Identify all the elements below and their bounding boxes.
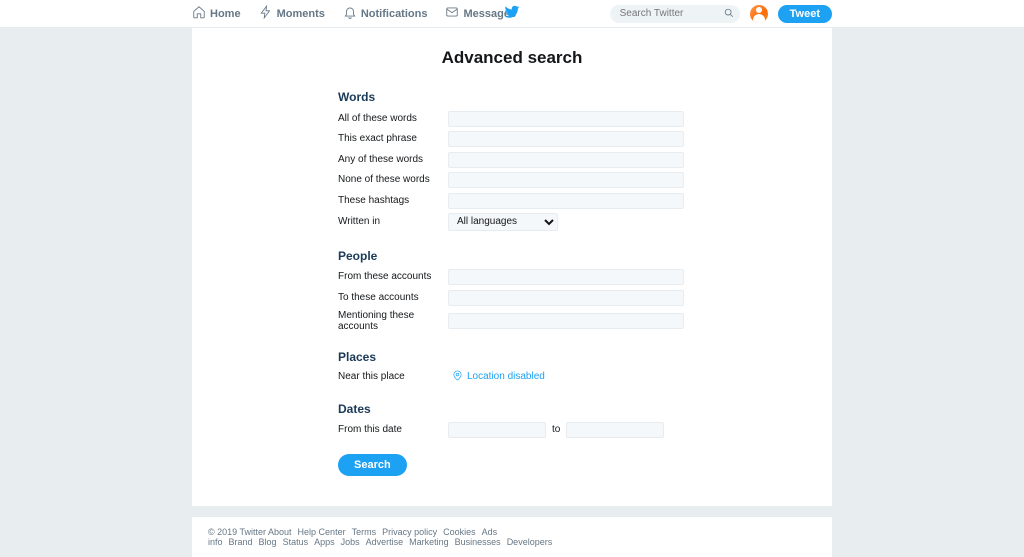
- footer-link[interactable]: Terms: [352, 527, 377, 537]
- input-any-words[interactable]: [448, 152, 684, 168]
- nav-moments[interactable]: Moments: [259, 5, 325, 22]
- footer-link[interactable]: Advertise: [366, 537, 404, 547]
- label-written-in: Written in: [338, 216, 448, 227]
- footer-link[interactable]: Marketing: [409, 537, 449, 547]
- twitter-logo[interactable]: [504, 4, 520, 23]
- input-date-to[interactable]: [566, 422, 664, 438]
- search-icon[interactable]: [724, 7, 734, 21]
- section-dates-title: Dates: [338, 396, 832, 420]
- lightning-icon: [259, 5, 273, 22]
- input-date-from[interactable]: [448, 422, 546, 438]
- label-from-accounts: From these accounts: [338, 271, 448, 282]
- row-all-words: All of these words: [338, 108, 832, 129]
- input-hashtags[interactable]: [448, 193, 684, 209]
- location-disabled-text: Location disabled: [467, 371, 545, 382]
- footer-link[interactable]: Businesses: [455, 537, 501, 547]
- label-near-place: Near this place: [338, 371, 448, 382]
- row-none-words: None of these words: [338, 170, 832, 191]
- input-all-words[interactable]: [448, 111, 684, 127]
- footer-link[interactable]: Blog: [259, 537, 277, 547]
- input-none-words[interactable]: [448, 172, 684, 188]
- section-places-title: Places: [338, 344, 832, 368]
- row-language: Written in All languages: [338, 211, 832, 233]
- input-mentioning[interactable]: [448, 313, 684, 329]
- nav-right-group: Tweet: [610, 5, 832, 23]
- nav-moments-label: Moments: [277, 8, 325, 20]
- footer-link[interactable]: Help Center: [298, 527, 346, 537]
- top-navigation-bar: Home Moments Notifications Messages: [0, 0, 1024, 28]
- search-input[interactable]: [610, 5, 740, 23]
- nav-notifications[interactable]: Notifications: [343, 5, 428, 22]
- nav-notifications-label: Notifications: [361, 8, 428, 20]
- row-exact-phrase: This exact phrase: [338, 129, 832, 150]
- section-people-title: People: [338, 243, 832, 267]
- nav-home-label: Home: [210, 8, 241, 20]
- envelope-icon: [445, 5, 459, 22]
- footer-copyright: © 2019 Twitter: [208, 527, 266, 537]
- date-separator: to: [552, 424, 560, 435]
- location-disabled-link[interactable]: Location disabled: [448, 370, 545, 384]
- input-exact-phrase[interactable]: [448, 131, 684, 147]
- input-from-accounts[interactable]: [448, 269, 684, 285]
- tweet-button[interactable]: Tweet: [778, 5, 832, 23]
- row-hashtags: These hashtags: [338, 190, 832, 211]
- page-title: Advanced search: [192, 48, 832, 68]
- label-any-words: Any of these words: [338, 154, 448, 165]
- footer-link[interactable]: Developers: [507, 537, 553, 547]
- label-none-words: None of these words: [338, 174, 448, 185]
- nav-home[interactable]: Home: [192, 5, 241, 22]
- footer-link[interactable]: About: [268, 527, 292, 537]
- footer-link[interactable]: Privacy policy: [382, 527, 437, 537]
- footer-link[interactable]: Jobs: [341, 537, 360, 547]
- row-from-date: From this date to: [338, 420, 832, 440]
- input-to-accounts[interactable]: [448, 290, 684, 306]
- footer-link[interactable]: Cookies: [443, 527, 476, 537]
- row-near-place: Near this place Location disabled: [338, 368, 832, 386]
- global-search: [610, 5, 740, 23]
- section-words-title: Words: [338, 84, 832, 108]
- bell-icon: [343, 5, 357, 22]
- row-any-words: Any of these words: [338, 149, 832, 170]
- row-from-accounts: From these accounts: [338, 267, 832, 288]
- footer: © 2019 Twitter About Help Center Terms Priv…: [192, 516, 832, 557]
- label-all-words: All of these words: [338, 113, 448, 124]
- label-mentioning: Mentioning these accounts: [338, 310, 448, 332]
- label-exact-phrase: This exact phrase: [338, 133, 448, 144]
- avatar[interactable]: [750, 5, 768, 23]
- twitter-bird-icon: [504, 4, 520, 23]
- footer-link[interactable]: Brand: [229, 537, 253, 547]
- label-hashtags: These hashtags: [338, 195, 448, 206]
- main-content: Advanced search Words All of these words…: [192, 28, 832, 506]
- row-mentioning: Mentioning these accounts: [338, 308, 832, 334]
- footer-link[interactable]: Apps: [314, 537, 335, 547]
- location-pin-icon: [452, 370, 463, 384]
- label-to-accounts: To these accounts: [338, 292, 448, 303]
- nav-left-group: Home Moments Notifications Messages: [192, 5, 516, 22]
- row-to-accounts: To these accounts: [338, 287, 832, 308]
- select-language[interactable]: All languages: [448, 213, 558, 231]
- label-from-date: From this date: [338, 424, 448, 435]
- search-button[interactable]: Search: [338, 454, 407, 476]
- advanced-search-form: Words All of these words This exact phra…: [192, 84, 832, 476]
- footer-link[interactable]: Status: [283, 537, 309, 547]
- home-icon: [192, 5, 206, 22]
